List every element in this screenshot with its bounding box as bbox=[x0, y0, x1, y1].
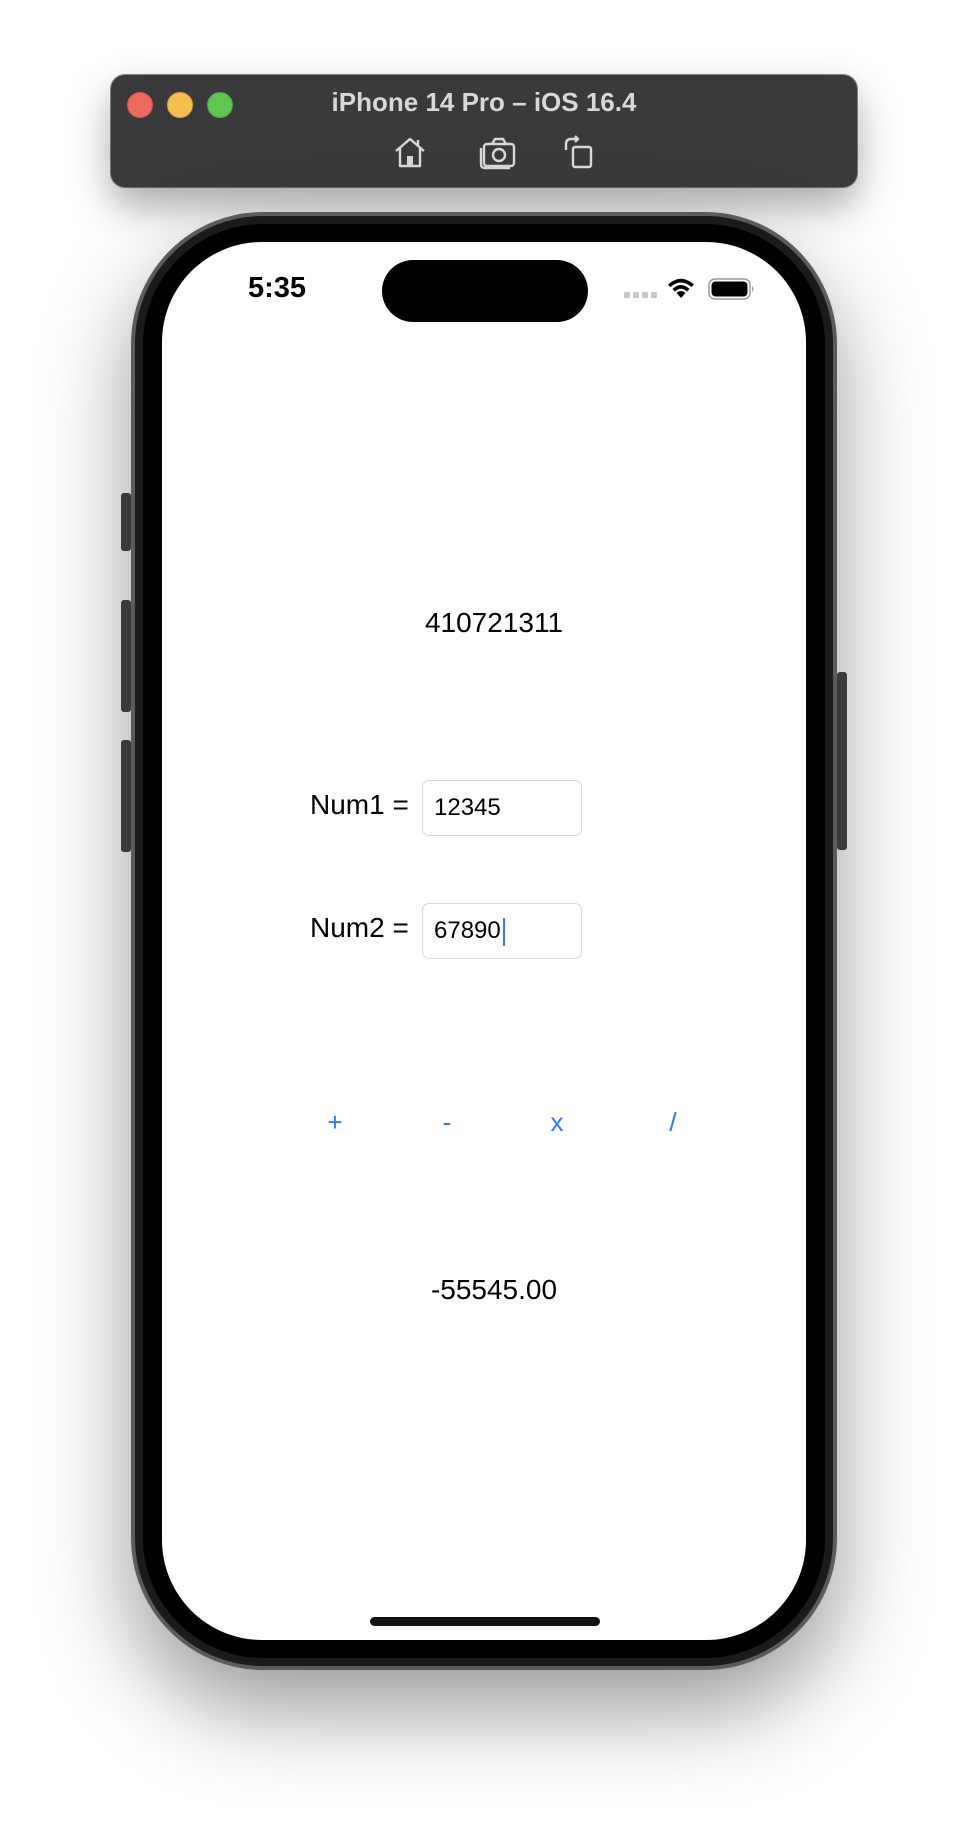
battery-icon bbox=[708, 278, 756, 300]
add-button[interactable]: + bbox=[305, 1102, 365, 1142]
subtract-button[interactable]: - bbox=[417, 1102, 477, 1142]
divide-button[interactable]: / bbox=[643, 1102, 703, 1142]
status-time: 5:35 bbox=[248, 272, 307, 304]
volume-up-button bbox=[121, 600, 131, 712]
volume-down-button bbox=[121, 740, 131, 852]
num1-row: Num1 = bbox=[162, 780, 806, 836]
num1-field[interactable] bbox=[422, 780, 582, 836]
home-indicator[interactable] bbox=[370, 1617, 600, 1626]
text-cursor bbox=[503, 918, 505, 946]
power-button bbox=[837, 672, 847, 850]
rotate-icon[interactable] bbox=[558, 134, 598, 170]
simulator-title: iPhone 14 Pro – iOS 16.4 bbox=[331, 87, 637, 117]
cellular-signal-icon bbox=[624, 292, 657, 298]
wifi-icon bbox=[666, 276, 696, 300]
home-icon[interactable] bbox=[390, 134, 430, 170]
screenshot-icon[interactable] bbox=[478, 134, 518, 170]
num1-label: Num1 = bbox=[310, 789, 409, 820]
multiply-button[interactable]: x bbox=[527, 1102, 587, 1142]
mute-switch bbox=[121, 493, 131, 551]
product-label: 410721311 bbox=[424, 607, 564, 638]
dynamic-island bbox=[382, 260, 588, 322]
num2-label: Num2 = bbox=[310, 912, 409, 943]
device-screen: 5:35 410721311 Num1 = Num2 = + - x / -55… bbox=[162, 242, 806, 1640]
num2-field[interactable] bbox=[422, 903, 582, 959]
operation-buttons: + - x / bbox=[162, 1102, 806, 1142]
result-label: -55545.00 bbox=[430, 1274, 558, 1305]
num2-row: Num2 = bbox=[162, 903, 806, 959]
